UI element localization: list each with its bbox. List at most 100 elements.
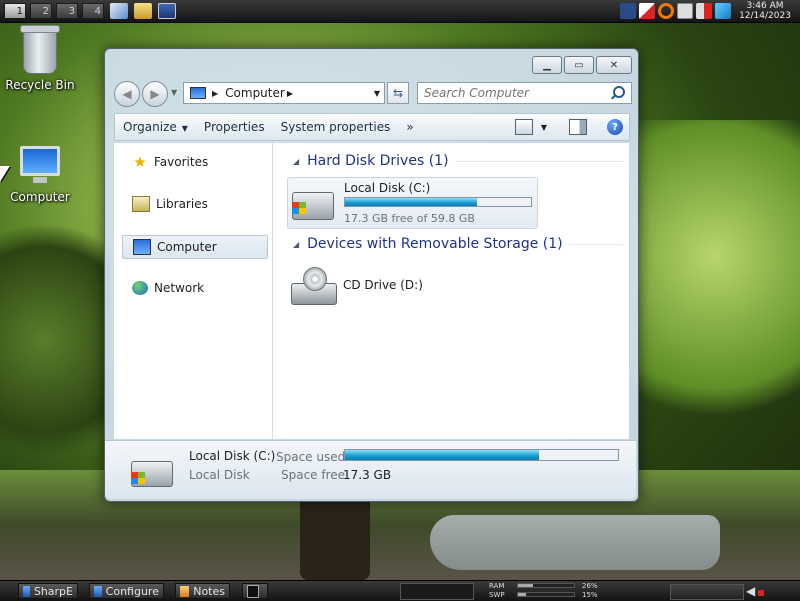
space-free-label: Space free: [281, 468, 350, 482]
launcher-window-icon[interactable] [158, 3, 176, 19]
workspace-1-button[interactable]: 1 [4, 3, 26, 19]
recycle-bin-label: Recycle Bin [5, 78, 75, 92]
maximize-button[interactable]: ▭ [564, 56, 594, 74]
toolbar-right-group: ▼ ? [514, 119, 629, 135]
nav-item-network[interactable]: Network [122, 277, 266, 299]
collapse-triangle-icon: ◢ [293, 239, 300, 249]
desktop-computer[interactable]: Computer [0, 146, 80, 204]
task-sharpe[interactable]: SharpE [18, 583, 78, 599]
panel-clock[interactable]: 3:46 AM 12/14/2023 [734, 1, 796, 21]
recycle-bin-icon [20, 25, 60, 74]
recent-pages-dropdown-icon[interactable]: ▼ [171, 88, 177, 97]
tray-dropdown-icon[interactable] [620, 3, 636, 19]
task-label: Notes [193, 584, 225, 598]
breadcrumb-separator-icon[interactable]: ▶ [287, 89, 293, 98]
tray-volume-muted-icon[interactable] [696, 3, 712, 19]
drive-free-space: 17.3 GB free of 59.8 GB [344, 212, 475, 225]
back-arrow-icon: ◀ [122, 87, 132, 101]
workspace-3-button[interactable]: 3 [56, 3, 78, 19]
swap-meter [517, 592, 575, 597]
swap-label: SWP [489, 591, 505, 599]
system-properties-button[interactable]: System properties [273, 120, 399, 134]
space-used-label: Space used: [276, 450, 350, 464]
launcher-edit-icon[interactable] [110, 3, 128, 19]
nav-item-label: Computer [157, 240, 217, 254]
task-label: SharpE [33, 584, 73, 598]
ram-label: RAM [489, 582, 505, 590]
preview-pane-icon[interactable] [569, 119, 587, 135]
task-terminal[interactable] [242, 583, 268, 599]
address-bar[interactable]: ▶ Computer ▶ ▼ [183, 82, 385, 104]
computer-icon [133, 239, 151, 255]
workspace-2-button[interactable]: 2 [30, 3, 52, 19]
mouse-cursor-icon [0, 166, 10, 182]
desktop-recycle-bin[interactable]: Recycle Bin [0, 25, 80, 92]
address-dropdown-icon[interactable]: ▼ [374, 89, 380, 98]
collapse-triangle-icon: ◢ [293, 156, 300, 166]
volume-slider[interactable] [670, 584, 744, 600]
group-title: Devices with Removable Storage (1) [307, 236, 563, 252]
drive-name: Local Disk (C:) [344, 181, 431, 195]
star-icon: ★ [133, 153, 147, 171]
network-icon [132, 281, 148, 295]
windows-logo-icon [131, 472, 145, 484]
group-header-removable[interactable]: ◢ Devices with Removable Storage (1) [293, 236, 623, 252]
details-usage-fill [345, 450, 539, 460]
breadcrumb-separator-icon[interactable]: ▶ [212, 89, 218, 98]
terminal-icon [247, 584, 259, 598]
nav-item-label: Libraries [156, 197, 208, 211]
search-input[interactable] [417, 82, 632, 104]
system-tray: 3:46 AM 12/14/2023 [620, 0, 800, 22]
group-header-hard-disks[interactable]: ◢ Hard Disk Drives (1) [293, 153, 623, 169]
forward-button[interactable]: ▶ [142, 81, 168, 107]
explorer-window: ▁ ▭ ✕ ◀ ▶ ▼ ▶ Computer ▶ ▼ ⇆ Organize▼ P… [104, 48, 639, 502]
ram-meter [517, 583, 575, 588]
group-divider [568, 243, 623, 245]
help-icon[interactable]: ? [607, 119, 623, 135]
address-location[interactable]: Computer [225, 86, 285, 100]
nav-item-favorites[interactable]: ★ Favorites [122, 151, 266, 173]
tray-search-icon[interactable] [658, 3, 674, 19]
tray-network-icon[interactable] [677, 3, 693, 19]
background-foliage-left [0, 200, 110, 480]
more-commands-button[interactable]: » [398, 120, 421, 134]
background-foliage-right [630, 120, 800, 460]
chevron-down-icon: ▼ [181, 124, 188, 133]
nav-item-computer[interactable]: Computer [122, 235, 268, 259]
top-panel: 1 2 3 4 3:46 AM 12/14/2023 [0, 0, 800, 23]
details-drive-type: Local Disk [189, 468, 250, 482]
details-drive-name: Local Disk (C:) [189, 449, 276, 463]
workspace-4-button[interactable]: 4 [82, 3, 104, 19]
tray-app-icon[interactable] [715, 3, 731, 19]
address-computer-icon [190, 87, 206, 99]
ram-value: 26% [582, 582, 598, 590]
task-configure[interactable]: Configure [89, 583, 164, 599]
refresh-button[interactable]: ⇆ [387, 82, 409, 104]
task-label: Configure [105, 584, 159, 598]
back-button[interactable]: ◀ [114, 81, 140, 107]
clock-time: 3:46 AM [746, 1, 784, 11]
organize-button[interactable]: Organize ▼ [115, 120, 196, 134]
cpu-graph [400, 583, 474, 600]
launcher-folder-icon[interactable] [134, 3, 152, 19]
properties-button[interactable]: Properties [196, 120, 273, 134]
close-button[interactable]: ✕ [596, 56, 632, 74]
sharpe-icon [23, 585, 30, 597]
navigation-bar: ◀ ▶ ▼ ▶ Computer ▶ ▼ ⇆ [114, 80, 632, 107]
forward-arrow-icon: ▶ [150, 87, 160, 101]
change-view-icon[interactable] [514, 119, 533, 135]
nav-item-libraries[interactable]: Libraries [122, 193, 266, 215]
details-usage-bar [344, 449, 619, 461]
view-options-dropdown-icon[interactable]: ▼ [541, 123, 547, 132]
search-icon[interactable] [613, 86, 625, 98]
command-toolbar: Organize ▼ Properties System properties »… [114, 113, 630, 141]
group-divider [454, 160, 623, 162]
local-disk-c-item[interactable]: Local Disk (C:) 17.3 GB free of 59.8 GB [287, 177, 538, 229]
task-notes[interactable]: Notes [175, 583, 230, 599]
minimize-button[interactable]: ▁ [532, 56, 562, 74]
drive-name: CD Drive (D:) [343, 278, 423, 292]
swap-meter-fill [518, 593, 527, 596]
nav-item-label: Favorites [154, 155, 209, 169]
space-free-value: 17.3 GB [343, 468, 392, 482]
tray-flag-alert-icon[interactable] [639, 3, 655, 19]
